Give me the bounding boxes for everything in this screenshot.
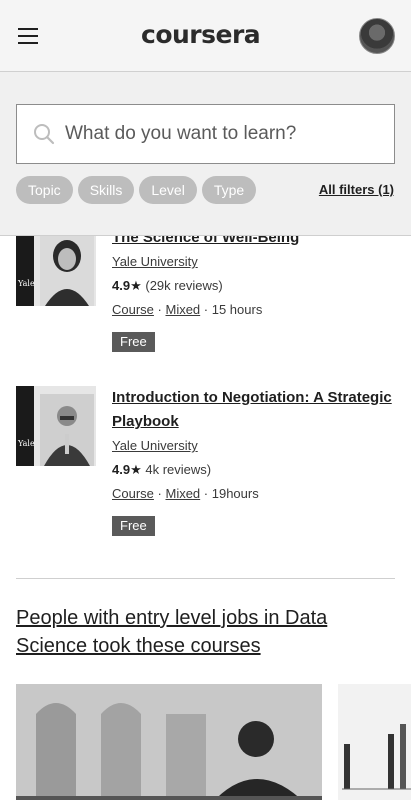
course-partner[interactable]: Yale University [112, 252, 198, 272]
course-duration: · 15 hours [203, 302, 263, 317]
course-partner[interactable]: Yale University [112, 436, 198, 456]
all-filters-link[interactable]: All filters (1) [319, 182, 394, 197]
free-badge: Free [112, 332, 155, 352]
yale-logo-text: Yale [18, 279, 35, 288]
free-badge: Free [112, 516, 155, 536]
course-thumbnail: Yale [16, 226, 96, 306]
course-rating: 4.9★ [112, 278, 142, 293]
hamburger-menu-icon[interactable] [18, 27, 38, 45]
coursera-logo[interactable]: coursera [141, 20, 261, 49]
yale-strip [16, 226, 34, 306]
course-type-link[interactable]: Course [112, 486, 154, 501]
section-divider [16, 578, 395, 579]
search-icon [34, 124, 55, 145]
yale-strip [16, 386, 34, 466]
course-rating-row: 4.9★ (29k reviews) [112, 276, 395, 296]
search-input[interactable] [63, 105, 383, 163]
course-level-link[interactable]: Mixed [165, 486, 200, 501]
search-box[interactable] [16, 104, 395, 164]
course-reviews: (29k reviews) [145, 278, 223, 293]
course-duration: · 19hours [203, 486, 259, 501]
course-thumbnail: Yale [16, 386, 96, 466]
filter-chip-skills[interactable]: Skills [77, 176, 135, 204]
filter-chips: Topic Skills Level Type [16, 176, 257, 204]
course-reviews: 4k reviews) [145, 462, 212, 477]
user-avatar[interactable] [359, 18, 395, 54]
yale-logo-text: Yale [18, 439, 35, 448]
instructor-photo [40, 234, 94, 306]
course-level-link[interactable]: Mixed [165, 302, 200, 317]
course-rating: 4.9★ [112, 462, 142, 477]
section-title[interactable]: People with entry level jobs in Data Sci… [16, 604, 396, 660]
building-photo [16, 684, 322, 800]
filter-chip-type[interactable]: Type [201, 176, 257, 204]
search-panel: Topic Skills Level Type All filters (1) [0, 72, 411, 236]
course-type-link[interactable]: Course [112, 302, 154, 317]
top-header: coursera [0, 0, 411, 72]
course-title[interactable]: Introduction to Negotiation: A Strategic… [112, 386, 395, 434]
course-meta: Course · Mixed · 19hours [112, 486, 259, 501]
chart-thumbnail [338, 684, 411, 800]
course-rating-row: 4.9★ 4k reviews) [112, 460, 395, 480]
course-card-image[interactable] [16, 684, 322, 800]
course-meta: Course · Mixed · 15 hours [112, 302, 263, 317]
filter-chip-topic[interactable]: Topic [16, 176, 73, 204]
course-card-image[interactable] [338, 684, 411, 800]
filter-chip-level[interactable]: Level [139, 176, 197, 204]
instructor-photo [40, 394, 94, 466]
